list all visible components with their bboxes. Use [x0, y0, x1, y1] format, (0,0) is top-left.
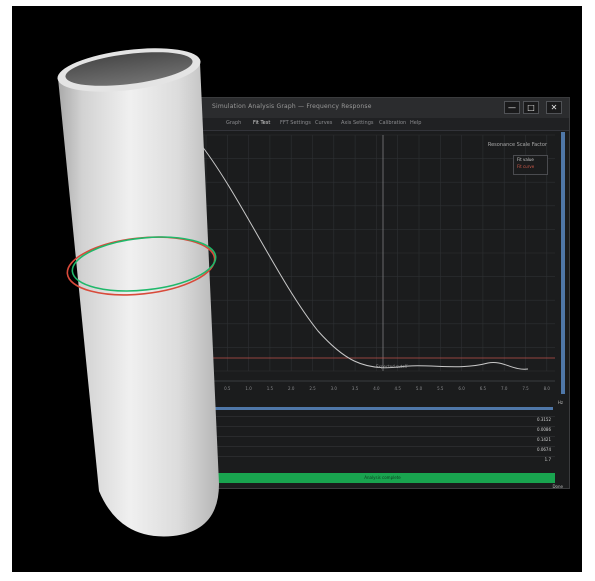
cylinder-mesh-icon[interactable] — [12, 6, 582, 572]
viewport: Simulation Analysis Graph — Frequency Re… — [12, 6, 582, 572]
cylinder-body — [57, 48, 219, 537]
